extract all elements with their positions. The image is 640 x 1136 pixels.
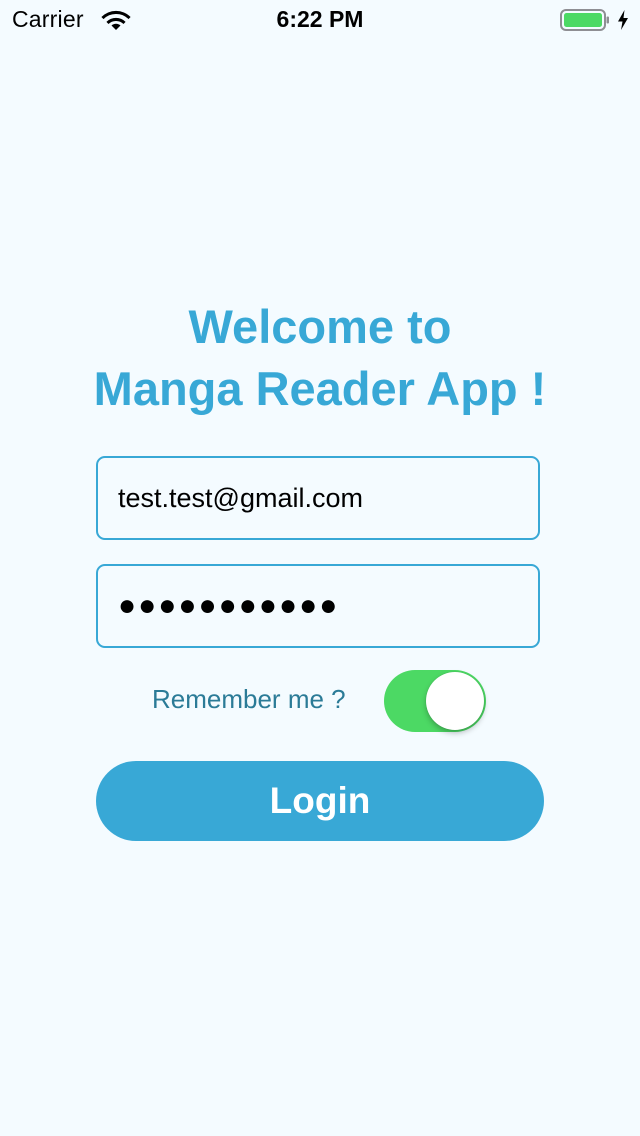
battery-icon bbox=[560, 9, 609, 31]
password-field-container bbox=[96, 564, 540, 648]
status-time: 6:22 PM bbox=[276, 6, 364, 32]
toggle-knob bbox=[426, 672, 484, 730]
status-bar: Carrier 6:22 PM bbox=[0, 0, 640, 40]
charging-bolt-icon bbox=[618, 10, 628, 30]
remember-me-toggle[interactable] bbox=[384, 670, 486, 732]
password-field[interactable] bbox=[98, 566, 538, 646]
remember-me-label: Remember me ? bbox=[152, 684, 346, 714]
email-field-container bbox=[96, 456, 540, 540]
welcome-line-1: Welcome to bbox=[188, 300, 452, 353]
email-field[interactable] bbox=[98, 458, 538, 538]
login-button[interactable]: Login bbox=[96, 761, 544, 841]
welcome-heading: Welcome to Manga Reader App ! bbox=[0, 296, 640, 420]
welcome-line-2: Manga Reader App ! bbox=[93, 362, 547, 415]
